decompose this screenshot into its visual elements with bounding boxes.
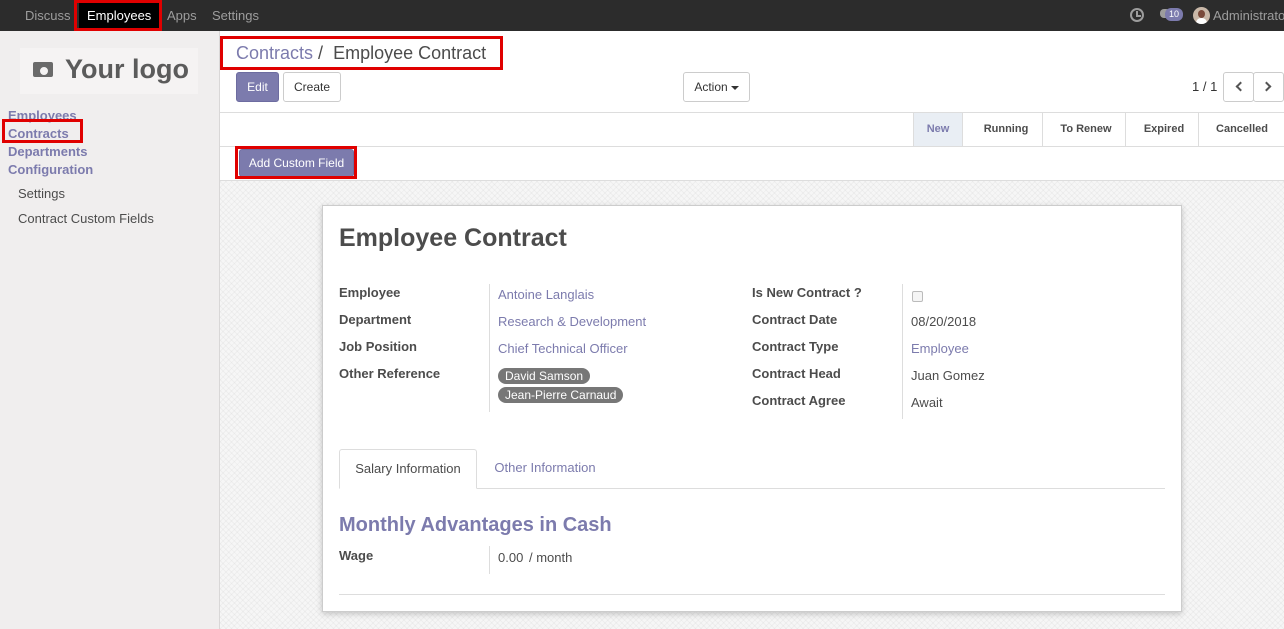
stage-divider (962, 113, 963, 146)
caret-down-icon (730, 85, 739, 90)
highlight-box-breadcrumb (220, 36, 503, 70)
stage-cancelled[interactable]: Cancelled (1200, 113, 1284, 146)
action-label: Action (694, 80, 728, 94)
user-menu[interactable]: Administrator (1213, 0, 1284, 31)
stage-expired[interactable]: Expired (1126, 113, 1202, 146)
menu-apps[interactable]: Apps (167, 0, 197, 31)
field-label-other-reference: Other Reference (339, 366, 441, 381)
stage-divider (1198, 113, 1199, 146)
field-divider (489, 546, 490, 574)
pager-next-button[interactable] (1253, 72, 1284, 102)
pager-previous-button[interactable] (1223, 72, 1254, 102)
tag-badge[interactable]: David Samson (498, 368, 591, 384)
create-button[interactable]: Create (283, 72, 341, 102)
menu-settings[interactable]: Settings (212, 0, 259, 31)
field-job-position[interactable]: Chief Technical Officer (498, 341, 628, 356)
form-sheet (322, 205, 1182, 612)
chevron-left-icon (1235, 81, 1246, 92)
field-label-contract-date: Contract Date (752, 312, 838, 327)
highlight-box-contracts (2, 119, 83, 143)
field-divider (489, 284, 490, 412)
field-label-department: Department (339, 312, 412, 327)
status-header: New Running To Renew Expired Cancelled (220, 112, 1284, 147)
tab-salary-information[interactable]: Salary Information (339, 449, 477, 489)
form-title: Employee Contract (339, 224, 567, 252)
menu-discuss[interactable]: Discuss (25, 0, 71, 31)
logo-text: Your logo (65, 54, 189, 84)
user-avatar[interactable] (1193, 7, 1210, 24)
edit-button[interactable]: Edit (236, 72, 279, 102)
activity-clock-icon[interactable] (1130, 8, 1144, 22)
notification-badge[interactable]: 10 (1165, 8, 1184, 21)
field-employee[interactable]: Antoine Langlais (498, 287, 594, 302)
camera-icon (33, 62, 53, 77)
is-new-contract-checkbox[interactable] (912, 291, 923, 302)
chevron-right-icon (1261, 81, 1272, 92)
field-contract-type[interactable]: Employee (911, 341, 969, 356)
custom-field-bar (220, 147, 1284, 181)
highlight-box-employees (74, 0, 162, 31)
wage-unit: / month (529, 550, 573, 565)
field-contract-agree[interactable]: Await (911, 395, 943, 410)
tab-other-information[interactable]: Other Information (479, 449, 611, 489)
sidebar-item-departments[interactable]: Departments (8, 144, 87, 159)
field-label-contract-type: Contract Type (752, 339, 839, 354)
field-label-contract-agree: Contract Agree (752, 393, 846, 408)
company-logo: Your logo (20, 48, 198, 94)
field-divider (902, 284, 903, 419)
stage-to-renew[interactable]: To Renew (1044, 113, 1128, 146)
field-label-employee: Employee (339, 285, 401, 300)
pager-value: 1 / 1 (1192, 79, 1218, 94)
field-department[interactable]: Research & Development (498, 314, 646, 329)
sidebar-item-contract-custom-fields[interactable]: Contract Custom Fields (18, 211, 154, 226)
field-wage[interactable]: 0.00 (498, 550, 523, 565)
field-label-is-new-contract: Is New Contract ? (752, 285, 862, 300)
top-navbar: Discuss Employees Apps Settings 10 Admin… (0, 0, 1284, 31)
stage-new[interactable]: New (914, 113, 962, 146)
section-title: Monthly Advantages in Cash (339, 514, 612, 536)
sidebar-item-configuration[interactable]: Configuration (8, 162, 93, 177)
tag-badge[interactable]: Jean-Pierre Carnaud (498, 387, 624, 403)
field-label-contract-head: Contract Head (752, 366, 841, 381)
highlight-box-add-custom-field (235, 146, 357, 179)
stage-divider (1042, 113, 1043, 146)
stage-running[interactable]: Running (964, 113, 1048, 146)
field-contract-head[interactable]: Juan Gomez (911, 368, 985, 383)
action-dropdown[interactable]: Action (683, 72, 750, 102)
field-label-wage: Wage (339, 548, 374, 563)
sidebar-item-settings[interactable]: Settings (18, 186, 65, 201)
field-label-job-position: Job Position (339, 339, 417, 354)
section-divider (339, 594, 1165, 595)
field-contract-date[interactable]: 08/20/2018 (911, 314, 976, 329)
